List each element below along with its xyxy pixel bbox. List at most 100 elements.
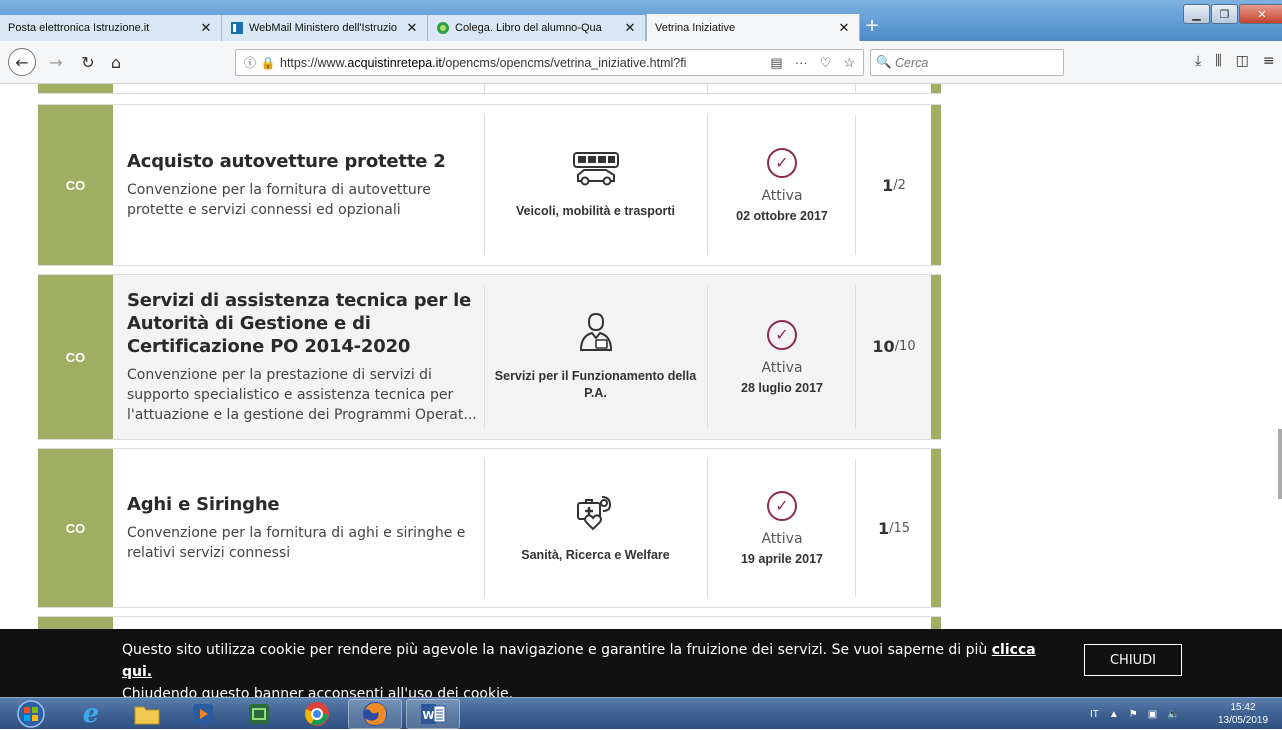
tab-webmail[interactable]: WebMail Ministero dell'Istruzio ✕ — [222, 15, 428, 41]
card-side-bar — [38, 84, 113, 93]
status-date: 02 ottobre 2017 — [736, 208, 828, 223]
word-icon: W — [421, 704, 446, 724]
healthcare-icon — [576, 495, 611, 530]
search-icon: 🔍 — [876, 55, 892, 69]
tab-label: WebMail Ministero dell'Istruzio — [249, 22, 398, 34]
colega-favicon-icon — [437, 22, 449, 34]
action-center-flag-icon[interactable]: ⚑ — [1129, 709, 1138, 720]
taskbar-media-player[interactable] — [176, 699, 230, 729]
sidebar-icon[interactable]: ◫ — [1236, 53, 1249, 69]
internet-explorer-icon: e — [82, 699, 100, 729]
taskbar-word[interactable]: W — [406, 699, 460, 729]
initiative-card[interactable]: CO Acquisto autovetture protette 2 Conve… — [38, 104, 941, 266]
initiative-title[interactable]: Aghi e Siringhe — [127, 493, 481, 516]
lot-counter: 1/15 — [857, 449, 931, 607]
maximize-button[interactable]: ❐ — [1211, 4, 1238, 24]
home-button[interactable]: ⌂ — [104, 50, 128, 74]
cookie-text: Questo sito utilizza cookie per rendere … — [122, 642, 1036, 702]
taskbar-internet-explorer[interactable]: e — [64, 699, 118, 729]
close-icon[interactable]: ✕ — [405, 20, 419, 36]
new-tab-button[interactable]: + — [862, 16, 882, 38]
initiative-category: Veicoli, mobilità e trasporti — [484, 105, 707, 265]
close-window-button[interactable]: ✕ — [1239, 4, 1282, 24]
tab-label: Posta elettronica Istruzione.it — [8, 22, 150, 34]
webmail-favicon-icon — [231, 22, 243, 34]
taskbar-clock[interactable]: 15:42 13/05/2019 — [1210, 701, 1276, 727]
bookmark-star-icon[interactable]: ☆ — [843, 55, 855, 71]
tab-vetrina-iniziative[interactable]: Vetrina Iniziative ✕ — [646, 14, 860, 41]
language-indicator[interactable]: IT — [1090, 709, 1099, 720]
folder-icon — [134, 706, 160, 725]
taskbar-firefox[interactable] — [348, 699, 402, 729]
card-right-bar — [931, 84, 941, 93]
toolbar-icons: ⤓ ⫼ ◫ ≡ — [1195, 53, 1275, 69]
vehicles-icon — [572, 151, 619, 185]
start-button[interactable] — [0, 699, 62, 729]
back-button[interactable]: ← — [8, 48, 36, 76]
taskbar-file-explorer[interactable] — [120, 699, 174, 729]
card-right-bar — [931, 105, 941, 265]
download-icon[interactable]: ⤓ — [1195, 53, 1201, 69]
initiative-status: ✓ Attiva 02 ottobre 2017 — [708, 105, 856, 265]
tab-colega[interactable]: Colega. Libro del alumno-Qua ✕ — [428, 15, 646, 41]
initiative-description: Convenzione per la prestazione di serviz… — [127, 367, 477, 423]
initiative-title[interactable]: Acquisto autovetture protette 2 — [127, 150, 481, 173]
initiative-type-badge: CO — [38, 275, 113, 439]
lot-current: 1 — [882, 175, 894, 195]
url-bar[interactable]: ⓘ 🔒 https://www.acquistinretepa.it/openc… — [235, 49, 864, 76]
windows-taskbar: e W IT ▲ ⚑ ▣ 🔈 15:42 13/05/2019 — [0, 697, 1282, 729]
initiative-type-badge: CO — [38, 105, 113, 265]
lot-total: /15 — [889, 520, 911, 536]
search-input[interactable]: 🔍 Cerca — [870, 49, 1064, 76]
status-label: Attiva — [761, 530, 803, 547]
status-label: Attiva — [761, 187, 803, 204]
browser-tab-strip: Posta elettronica Istruzione.it ✕ WebMai… — [0, 0, 1282, 41]
clock-time: 15:42 — [1230, 702, 1256, 713]
windows-logo-icon — [17, 700, 45, 728]
close-icon[interactable]: ✕ — [623, 20, 637, 36]
clock-date: 13/05/2019 — [1217, 715, 1269, 726]
initiative-card[interactable]: CO Servizi di assistenza tecnica per le … — [38, 274, 941, 440]
reader-view-icon[interactable]: ▤ — [770, 55, 782, 71]
close-icon[interactable]: ✕ — [837, 20, 851, 36]
initiative-description: Convenzione per la fornitura di autovett… — [127, 182, 431, 218]
menu-icon[interactable]: ≡ — [1263, 53, 1275, 69]
initiative-category: Servizi per il Funzionamento della P.A. — [484, 275, 707, 439]
card-right-bar — [931, 275, 941, 439]
taskbar-chrome[interactable] — [290, 699, 344, 729]
close-cookie-button[interactable]: CHIUDI — [1084, 644, 1182, 676]
status-date: 19 aprile 2017 — [740, 551, 823, 566]
show-hidden-icons-icon[interactable]: ▲ — [1109, 709, 1119, 720]
status-date: 28 luglio 2017 — [741, 380, 823, 395]
cookie-banner: Questo sito utilizza cookie per rendere … — [0, 629, 1282, 702]
category-label: Servizi per il Funzionamento della P.A. — [494, 369, 697, 400]
library-icon[interactable]: ⫼ — [1215, 53, 1221, 69]
scrollbar-thumb[interactable] — [1278, 429, 1282, 499]
search-placeholder: Cerca — [895, 55, 929, 70]
taskbar-app[interactable] — [232, 699, 286, 729]
pocket-icon[interactable]: ♡ — [820, 55, 832, 71]
forward-button[interactable]: → — [44, 50, 68, 74]
firefox-icon — [363, 702, 387, 726]
initiative-description: Convenzione per la fornitura di aghi e s… — [127, 525, 466, 561]
initiative-card[interactable]: CO Aghi e Siringhe Convenzione per la fo… — [38, 448, 941, 608]
tab-label: Vetrina Iniziative — [655, 21, 736, 34]
lot-total: /10 — [894, 339, 916, 354]
tab-label: Colega. Libro del alumno-Qua — [455, 22, 602, 34]
network-icon[interactable]: ▣ — [1148, 709, 1157, 720]
close-icon[interactable]: ✕ — [199, 20, 213, 36]
minimize-button[interactable]: ▁ — [1183, 4, 1210, 24]
card-side-bar — [38, 617, 113, 629]
info-icon[interactable]: ⓘ — [240, 54, 260, 71]
card-right-bar — [931, 617, 941, 629]
chrome-icon — [305, 702, 329, 726]
tab-posta-elettronica[interactable]: Posta elettronica Istruzione.it ✕ — [0, 15, 222, 41]
initiative-title[interactable]: Servizi di assistenza tecnica per le Aut… — [127, 289, 481, 358]
reload-button[interactable]: ↻ — [76, 50, 100, 74]
page-actions-icon[interactable]: ··· — [795, 55, 808, 71]
public-services-icon — [579, 312, 612, 351]
check-circle-icon: ✓ — [767, 147, 797, 178]
url-text[interactable]: https://www.acquistinretepa.it/opencms/o… — [280, 56, 762, 70]
window-controls: ▁ ❐ ✕ — [1182, 4, 1282, 26]
volume-icon[interactable]: 🔈 — [1167, 709, 1179, 720]
